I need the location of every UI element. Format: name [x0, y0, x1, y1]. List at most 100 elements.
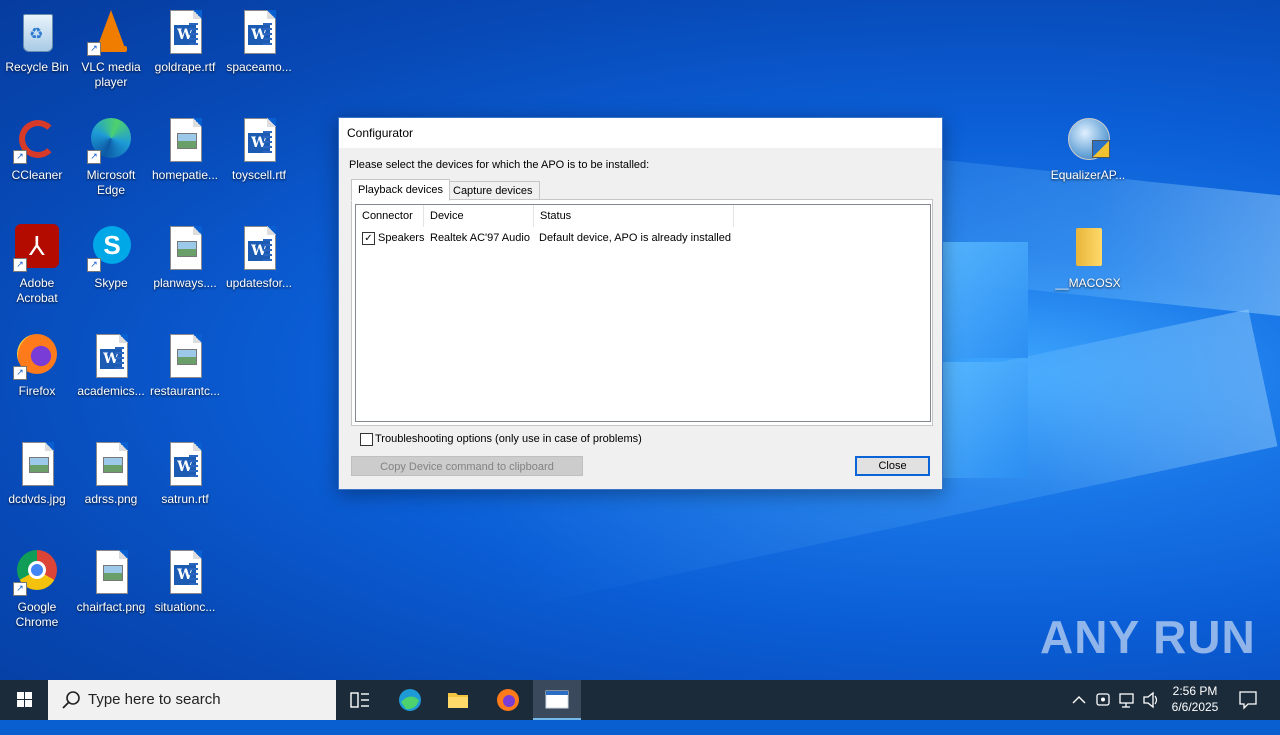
edge-icon: ↗ — [87, 116, 135, 164]
image-file-icon — [161, 224, 209, 272]
desktop-icon-adrss[interactable]: adrss.png — [74, 440, 148, 507]
desktop-icon-label: Adobe Acrobat — [16, 276, 58, 305]
acrobat-icon: ⅄ ↗ — [13, 224, 61, 272]
desktop-icon-label: Microsoft Edge — [86, 168, 136, 197]
desktop-icon-skype[interactable]: S ↗ Skype — [74, 224, 148, 291]
dialog-title[interactable]: Configurator — [339, 118, 942, 148]
dialog-prompt: Please select the devices for which the … — [349, 159, 650, 171]
firefox-icon: ↗ — [13, 332, 61, 380]
device-cell: Realtek AC'97 Audio — [430, 232, 530, 244]
desktop-icon-spaceamo[interactable]: W spaceamo... — [222, 8, 296, 75]
chrome-icon: ↗ — [13, 548, 61, 596]
desktop-icon-satrun[interactable]: W satrun.rtf — [148, 440, 222, 507]
tab-capture-devices[interactable]: Capture devices — [446, 181, 540, 201]
desktop-icon-updatesfor[interactable]: W updatesfor... — [222, 224, 296, 291]
desktop-icon-macosx[interactable]: __MACOSX — [1050, 224, 1126, 291]
word-document-icon: W — [235, 8, 283, 56]
desktop-icon-homepatie[interactable]: homepatie... — [148, 116, 222, 183]
desktop-icon-microsoft-edge[interactable]: ↗ Microsoft Edge — [74, 116, 148, 198]
word-document-icon: W — [161, 440, 209, 488]
wallpaper-window-pane — [942, 362, 1028, 478]
tray-volume[interactable] — [1140, 680, 1162, 720]
desktop-icon-label: academics... — [77, 384, 145, 398]
column-header-connector[interactable]: Connector — [356, 205, 424, 227]
taskbar-configurator[interactable] — [533, 680, 581, 720]
copy-device-command-button[interactable]: Copy Device command to clipboard — [351, 456, 583, 476]
network-icon — [1119, 693, 1134, 708]
notification-center-button[interactable] — [1234, 680, 1262, 720]
desktop-icon-firefox[interactable]: ↗ Firefox — [0, 332, 74, 399]
notification-icon — [1239, 691, 1257, 710]
devices-list[interactable]: Connector Device Status ✓ Speakers Realt… — [355, 204, 931, 422]
desktop-icon-ccleaner[interactable]: ↗ CCleaner — [0, 116, 74, 183]
taskbar-search-box[interactable]: Type here to search — [48, 680, 336, 720]
anyrun-watermark: ANY RUN — [1040, 611, 1256, 663]
desktop-icon-label: planways.... — [153, 276, 217, 290]
desktop-icon-label: Recycle Bin — [5, 60, 69, 74]
desktop-icon-academics[interactable]: W academics... — [74, 332, 148, 399]
chevron-up-icon — [1072, 696, 1086, 704]
desktop-icon-label: situationc... — [154, 600, 216, 614]
show-hidden-icons-button[interactable] — [1068, 680, 1090, 720]
desktop-icon-restaurantc[interactable]: restaurantc... — [148, 332, 222, 399]
desktop-icon-adobe-acrobat[interactable]: ⅄ ↗ Adobe Acrobat — [0, 224, 74, 306]
start-button[interactable] — [0, 680, 48, 720]
column-header-status[interactable]: Status — [534, 205, 734, 227]
desktop-icon-toyscell[interactable]: W toyscell.rtf — [222, 116, 296, 183]
taskbar-clock[interactable]: 2:56 PM 6/6/2025 — [1160, 683, 1230, 715]
word-document-icon: W — [87, 332, 135, 380]
desktop-icon-label: chairfact.png — [76, 600, 146, 614]
image-file-icon — [161, 332, 209, 380]
desktop-icon-label: satrun.rtf — [161, 492, 209, 506]
device-checkbox[interactable]: ✓ — [362, 232, 375, 245]
image-file-icon — [13, 440, 61, 488]
close-button[interactable]: Close — [855, 456, 930, 476]
tab-playback-devices[interactable]: Playback devices — [351, 179, 450, 201]
desktop-icon-goldrape[interactable]: W goldrape.rtf — [148, 8, 222, 75]
column-header-device[interactable]: Device — [424, 205, 534, 227]
desktop-icon-chairfact[interactable]: chairfact.png — [74, 548, 148, 615]
desktop-icon-label: spaceamo... — [226, 60, 292, 74]
word-document-icon: W — [161, 8, 209, 56]
clock-time: 2:56 PM — [1172, 684, 1218, 698]
desktop-icon-label: Firefox — [18, 384, 56, 398]
taskbar: Type here to search 2:56 PM 6/6/2025 — [0, 680, 1280, 720]
desktop-icon-planways[interactable]: planways.... — [148, 224, 222, 291]
taskbar-firefox[interactable] — [484, 680, 532, 720]
desktop-icon-label: __MACOSX — [1055, 276, 1121, 290]
desktop-icon-google-chrome[interactable]: ↗ Google Chrome — [0, 548, 74, 630]
desktop-icon-label: restaurantc... — [149, 384, 221, 398]
task-view-button[interactable] — [336, 680, 384, 720]
playback-devices-panel: Connector Device Status ✓ Speakers Realt… — [351, 199, 933, 426]
image-file-icon — [161, 116, 209, 164]
desktop-icon-label: homepatie... — [151, 168, 219, 182]
desktop-icon-vlc[interactable]: ↗ VLC media player — [74, 8, 148, 90]
desktop-icon-equalizerapo[interactable]: EqualizerAP... — [1050, 116, 1126, 183]
skype-icon: S ↗ — [87, 224, 135, 272]
status-cell: Default device, APO is already installed — [539, 232, 731, 244]
clock-date: 6/6/2025 — [1171, 700, 1219, 714]
troubleshooting-checkbox[interactable] — [360, 433, 373, 446]
taskbar-file-explorer[interactable] — [434, 680, 482, 720]
folder-icon — [1064, 224, 1112, 272]
speaker-icon — [1143, 691, 1158, 709]
desktop-icon-label: adrss.png — [84, 492, 138, 506]
meet-now-icon — [1096, 693, 1110, 706]
image-file-icon — [87, 548, 135, 596]
ccleaner-icon: ↗ — [13, 116, 61, 164]
vlc-icon: ↗ — [87, 8, 135, 56]
desktop-icon-dcdvds[interactable]: dcdvds.jpg — [0, 440, 74, 507]
desktop-icon-label: Skype — [94, 276, 128, 290]
recycle-bin-icon: ♻ — [13, 8, 61, 56]
desktop-icon-label: Google Chrome — [15, 600, 59, 629]
tray-network[interactable] — [1116, 680, 1138, 720]
troubleshooting-label[interactable]: Troubleshooting options (only use in cas… — [375, 432, 642, 446]
taskbar-edge[interactable] — [386, 680, 434, 720]
desktop-icon-situationc[interactable]: W situationc... — [148, 548, 222, 615]
firefox-icon — [497, 689, 519, 711]
tray-meet-now[interactable] — [1092, 680, 1114, 720]
desktop-icon-recycle-bin[interactable]: ♻ Recycle Bin — [0, 8, 74, 75]
desktop-icon-label: dcdvds.jpg — [8, 492, 66, 506]
task-view-icon — [350, 692, 369, 708]
desktop-icon-label: toyscell.rtf — [231, 168, 286, 182]
